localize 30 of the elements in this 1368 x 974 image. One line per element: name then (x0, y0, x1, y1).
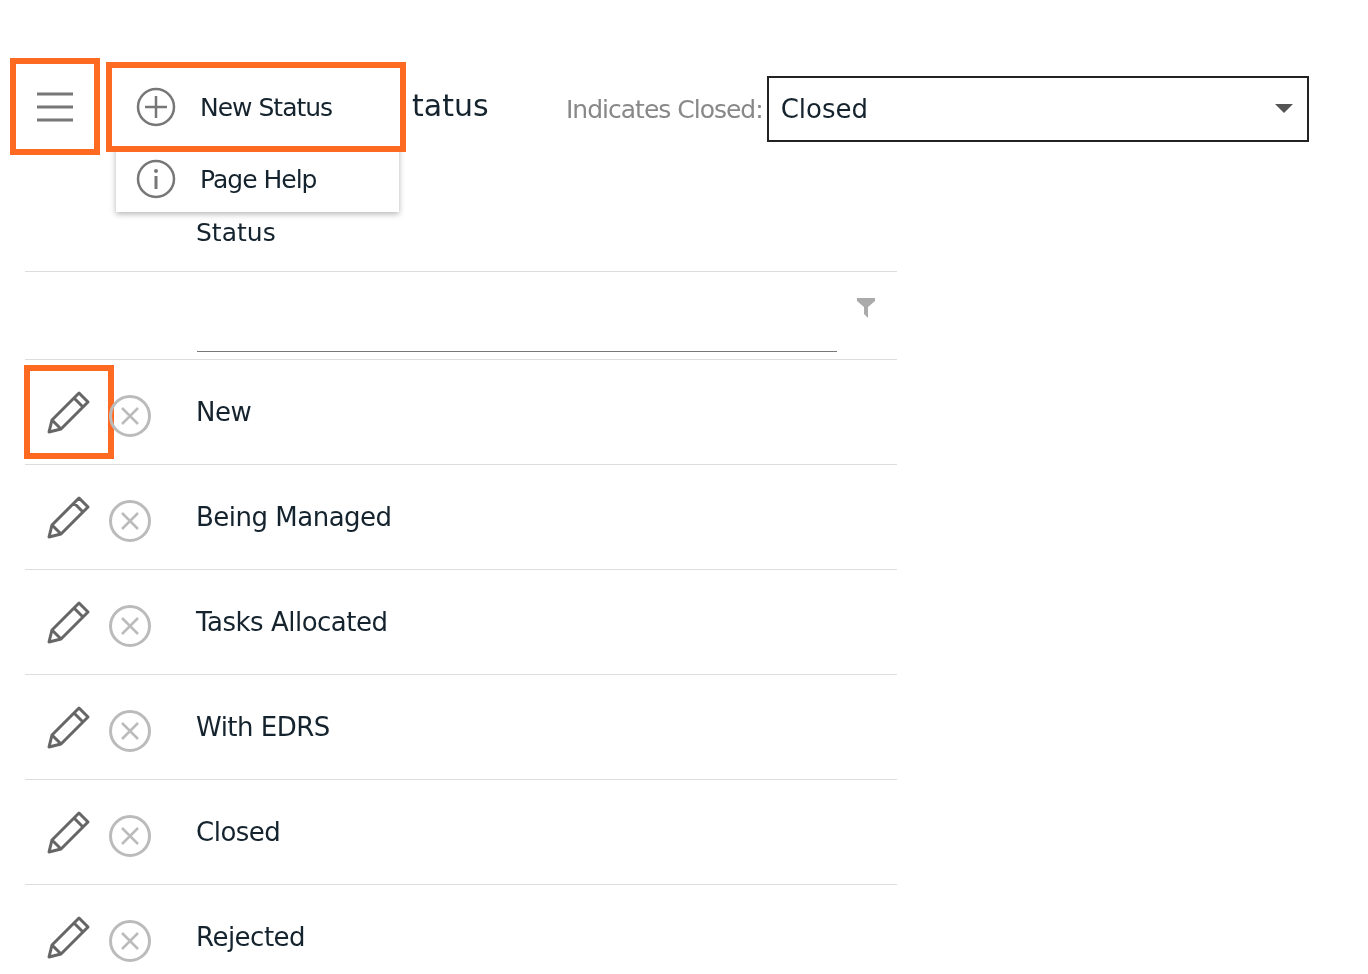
close-circle-icon (108, 499, 152, 543)
close-circle-icon (108, 394, 152, 438)
close-circle-icon (108, 814, 152, 858)
closed-select[interactable]: Closed (766, 76, 1309, 142)
info-icon (136, 159, 176, 199)
pencil-icon (47, 390, 91, 434)
table-cell: With EDRS (196, 712, 330, 742)
menu-icon (36, 91, 74, 122)
pencil-icon (47, 495, 91, 539)
pencil-icon (47, 705, 91, 749)
close-circle-icon (108, 709, 152, 753)
column-header: Status (196, 218, 276, 249)
table-cell: Being Managed (196, 502, 392, 532)
pencil-icon (47, 600, 91, 644)
edit-button[interactable] (24, 365, 114, 459)
table-cell: Rejected (196, 922, 306, 952)
pencil-icon (47, 810, 91, 854)
delete-button[interactable] (108, 394, 152, 438)
filter-icon[interactable] (857, 297, 875, 318)
pencil-icon (47, 915, 91, 959)
close-circle-icon (108, 604, 152, 648)
plus-circle-icon (136, 87, 176, 127)
menu-button[interactable] (10, 58, 100, 155)
table-cell: Tasks Allocated (196, 607, 388, 637)
table-cell: Closed (196, 817, 281, 847)
page-title: tatus (412, 88, 489, 123)
table-cell: New (196, 397, 252, 427)
close-circle-icon (108, 919, 152, 963)
caret-icon (1274, 104, 1293, 114)
field-label: Indicates Closed: (566, 94, 763, 124)
